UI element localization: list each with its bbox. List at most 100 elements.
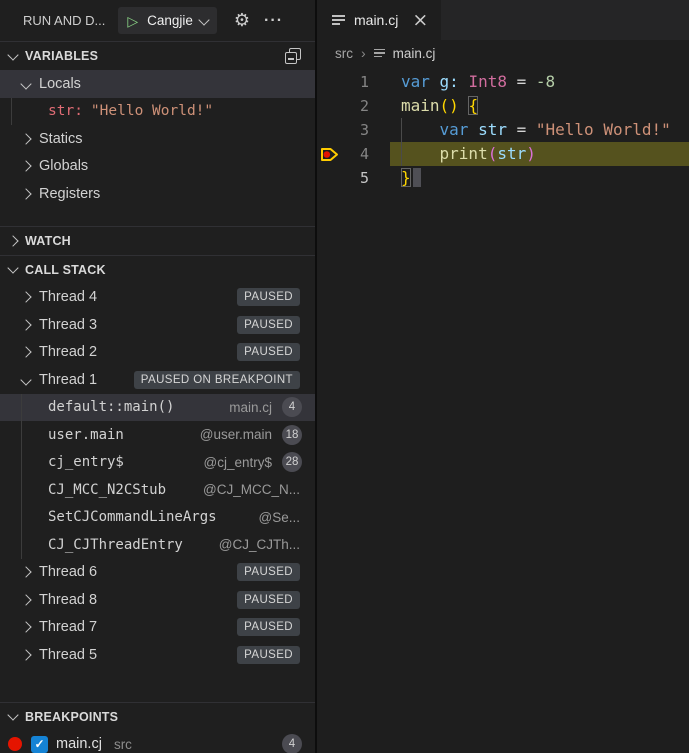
close-icon[interactable]: × [412,11,428,30]
start-debug-icon[interactable]: ▷ [127,14,138,28]
frame-name: SetCJCommandLineArgs [48,509,217,525]
paused-badge: PAUSED [237,343,300,361]
chevron-right-icon[interactable] [20,188,31,199]
gutter-glyph[interactable] [317,147,347,162]
tab-label: main.cj [354,12,398,28]
thread-label: Thread 6 [39,564,97,580]
gutter[interactable]: 2 [317,94,390,118]
stack-frame-row[interactable]: default::main()main.cj4 [0,394,315,422]
code-token: = [517,120,527,139]
gear-icon[interactable]: ⚙ [234,10,250,31]
code-line-1[interactable]: 1 var g: Int8 = -8 [317,70,689,94]
chevron-right-icon[interactable] [20,319,31,330]
chevron-right-icon[interactable] [20,594,31,605]
chevron-right-icon[interactable] [7,235,18,246]
code-token: ( [488,144,498,163]
thread-row[interactable]: Thread 6PAUSED [0,559,315,587]
line-number: 5 [347,166,369,190]
chevron-down-icon[interactable] [20,374,31,385]
chevron-down-icon[interactable] [7,262,18,273]
row-statics[interactable]: Statics [0,125,315,153]
code-token: "Hello World!" [536,120,671,139]
gutter[interactable]: 4 [317,142,390,166]
thread-row[interactable]: Thread 1PAUSED ON BREAKPOINT [0,366,315,394]
stack-frame-row[interactable]: CJ_MCC_N2CStub@CJ_MCC_N... [0,476,315,504]
chevron-right-icon[interactable] [20,567,31,578]
breadcrumb: src › main.cj [317,40,689,66]
chevron-right-icon[interactable] [20,292,31,303]
breakpoint-row[interactable]: ✓ main.cj src 4 [0,731,315,753]
line-number: 2 [347,94,369,118]
chevron-right-icon[interactable] [20,133,31,144]
gutter[interactable]: 5 [317,166,390,190]
code-token: var [401,72,440,91]
gutter[interactable]: 1 [317,70,390,94]
line-content[interactable]: var g: Int8 = -8 [390,70,689,94]
line-content[interactable]: var str = "Hello World!" [390,118,689,142]
breakpoints-section-header[interactable]: BREAKPOINTS [0,703,315,731]
row-globals[interactable]: Globals [0,153,315,181]
section-watch: WATCH [0,226,315,255]
frame-location: @user.main [192,427,272,442]
line-number: 1 [347,70,369,94]
chevron-right-icon[interactable] [20,347,31,358]
line-content[interactable]: } [390,166,689,190]
stack-frame-row[interactable]: user.main@user.main18 [0,421,315,449]
row-locals[interactable]: Locals [0,70,315,98]
thread-row[interactable]: Thread 8PAUSED [0,586,315,614]
chevron-down-icon[interactable] [7,709,18,720]
code-line-4[interactable]: 4 print(str) [317,142,689,166]
breadcrumb-separator: › [361,45,366,61]
breakpoint-checkbox[interactable]: ✓ [31,736,48,753]
chevron-down-icon[interactable] [7,49,18,60]
thread-row[interactable]: Thread 2 PAUSED [0,339,315,367]
watch-title: WATCH [25,234,71,248]
chevron-down-icon [198,14,209,25]
chevron-right-icon[interactable] [20,649,31,660]
code-token [459,72,469,91]
sidebar-title: RUN AND D... [23,13,105,28]
thread-row[interactable]: Thread 3PAUSED [0,311,315,339]
chevron-down-icon[interactable] [20,78,31,89]
variables-section-header[interactable]: VARIABLES [0,42,315,70]
code-line-5[interactable]: 5} [317,166,689,190]
code-token: { [468,96,478,115]
call-stack-section-header[interactable]: CALL STACK [0,256,315,284]
more-actions-icon[interactable]: ··· [264,12,283,30]
line-content[interactable]: print(str) [390,142,689,166]
thread-label: Thread 2 [39,344,97,360]
code-token: str [497,144,526,163]
launch-config-dropdown[interactable]: ▷ Cangjie [118,7,217,34]
thread-row[interactable]: Thread 5PAUSED [0,641,315,669]
breadcrumb-file[interactable]: main.cj [393,46,436,61]
chevron-right-icon[interactable] [20,161,31,172]
code-area[interactable]: 1 var g: Int8 = -8 2 main() {3 var str = "H… [317,66,689,753]
line-content[interactable]: main() { [390,94,689,118]
frame-line-badge: 28 [282,452,302,472]
stack-frame-row[interactable]: CJ_CJThreadEntry@CJ_CJTh... [0,531,315,559]
code-line-3[interactable]: 3 var str = "Hello World!" [317,118,689,142]
launch-config-label: Cangjie [147,13,193,28]
code-token: ) [526,144,536,163]
frame-location: @Se... [251,510,300,525]
thread-row[interactable]: Thread 4PAUSED [0,284,315,312]
breadcrumb-folder[interactable]: src [335,46,353,61]
stack-frame-row[interactable]: SetCJCommandLineArgs @Se... [0,504,315,532]
paused-badge: PAUSED [237,618,300,636]
code-token [507,72,517,91]
stack-frame-row[interactable]: cj_entry$@cj_entry$28 [0,449,315,477]
stack-frames: default::main()main.cj4user.main@user.ma… [0,394,315,559]
section-variables: VARIABLES Locals str: "Hello World!" Sta… [0,41,315,208]
tab-main-cj[interactable]: main.cj × [317,0,441,40]
globals-label: Globals [39,158,88,174]
thread-row[interactable]: Thread 7PAUSED [0,614,315,642]
row-registers[interactable]: Registers [0,180,315,208]
watch-section-header[interactable]: WATCH [0,227,315,255]
collapse-all-icon[interactable] [285,48,301,64]
code-line-2[interactable]: 2 main() { [317,94,689,118]
gutter[interactable]: 3 [317,118,390,142]
variable-row[interactable]: str: "Hello World!" [0,98,315,126]
code-token: var [440,120,479,139]
statics-label: Statics [39,131,83,147]
chevron-right-icon[interactable] [20,622,31,633]
